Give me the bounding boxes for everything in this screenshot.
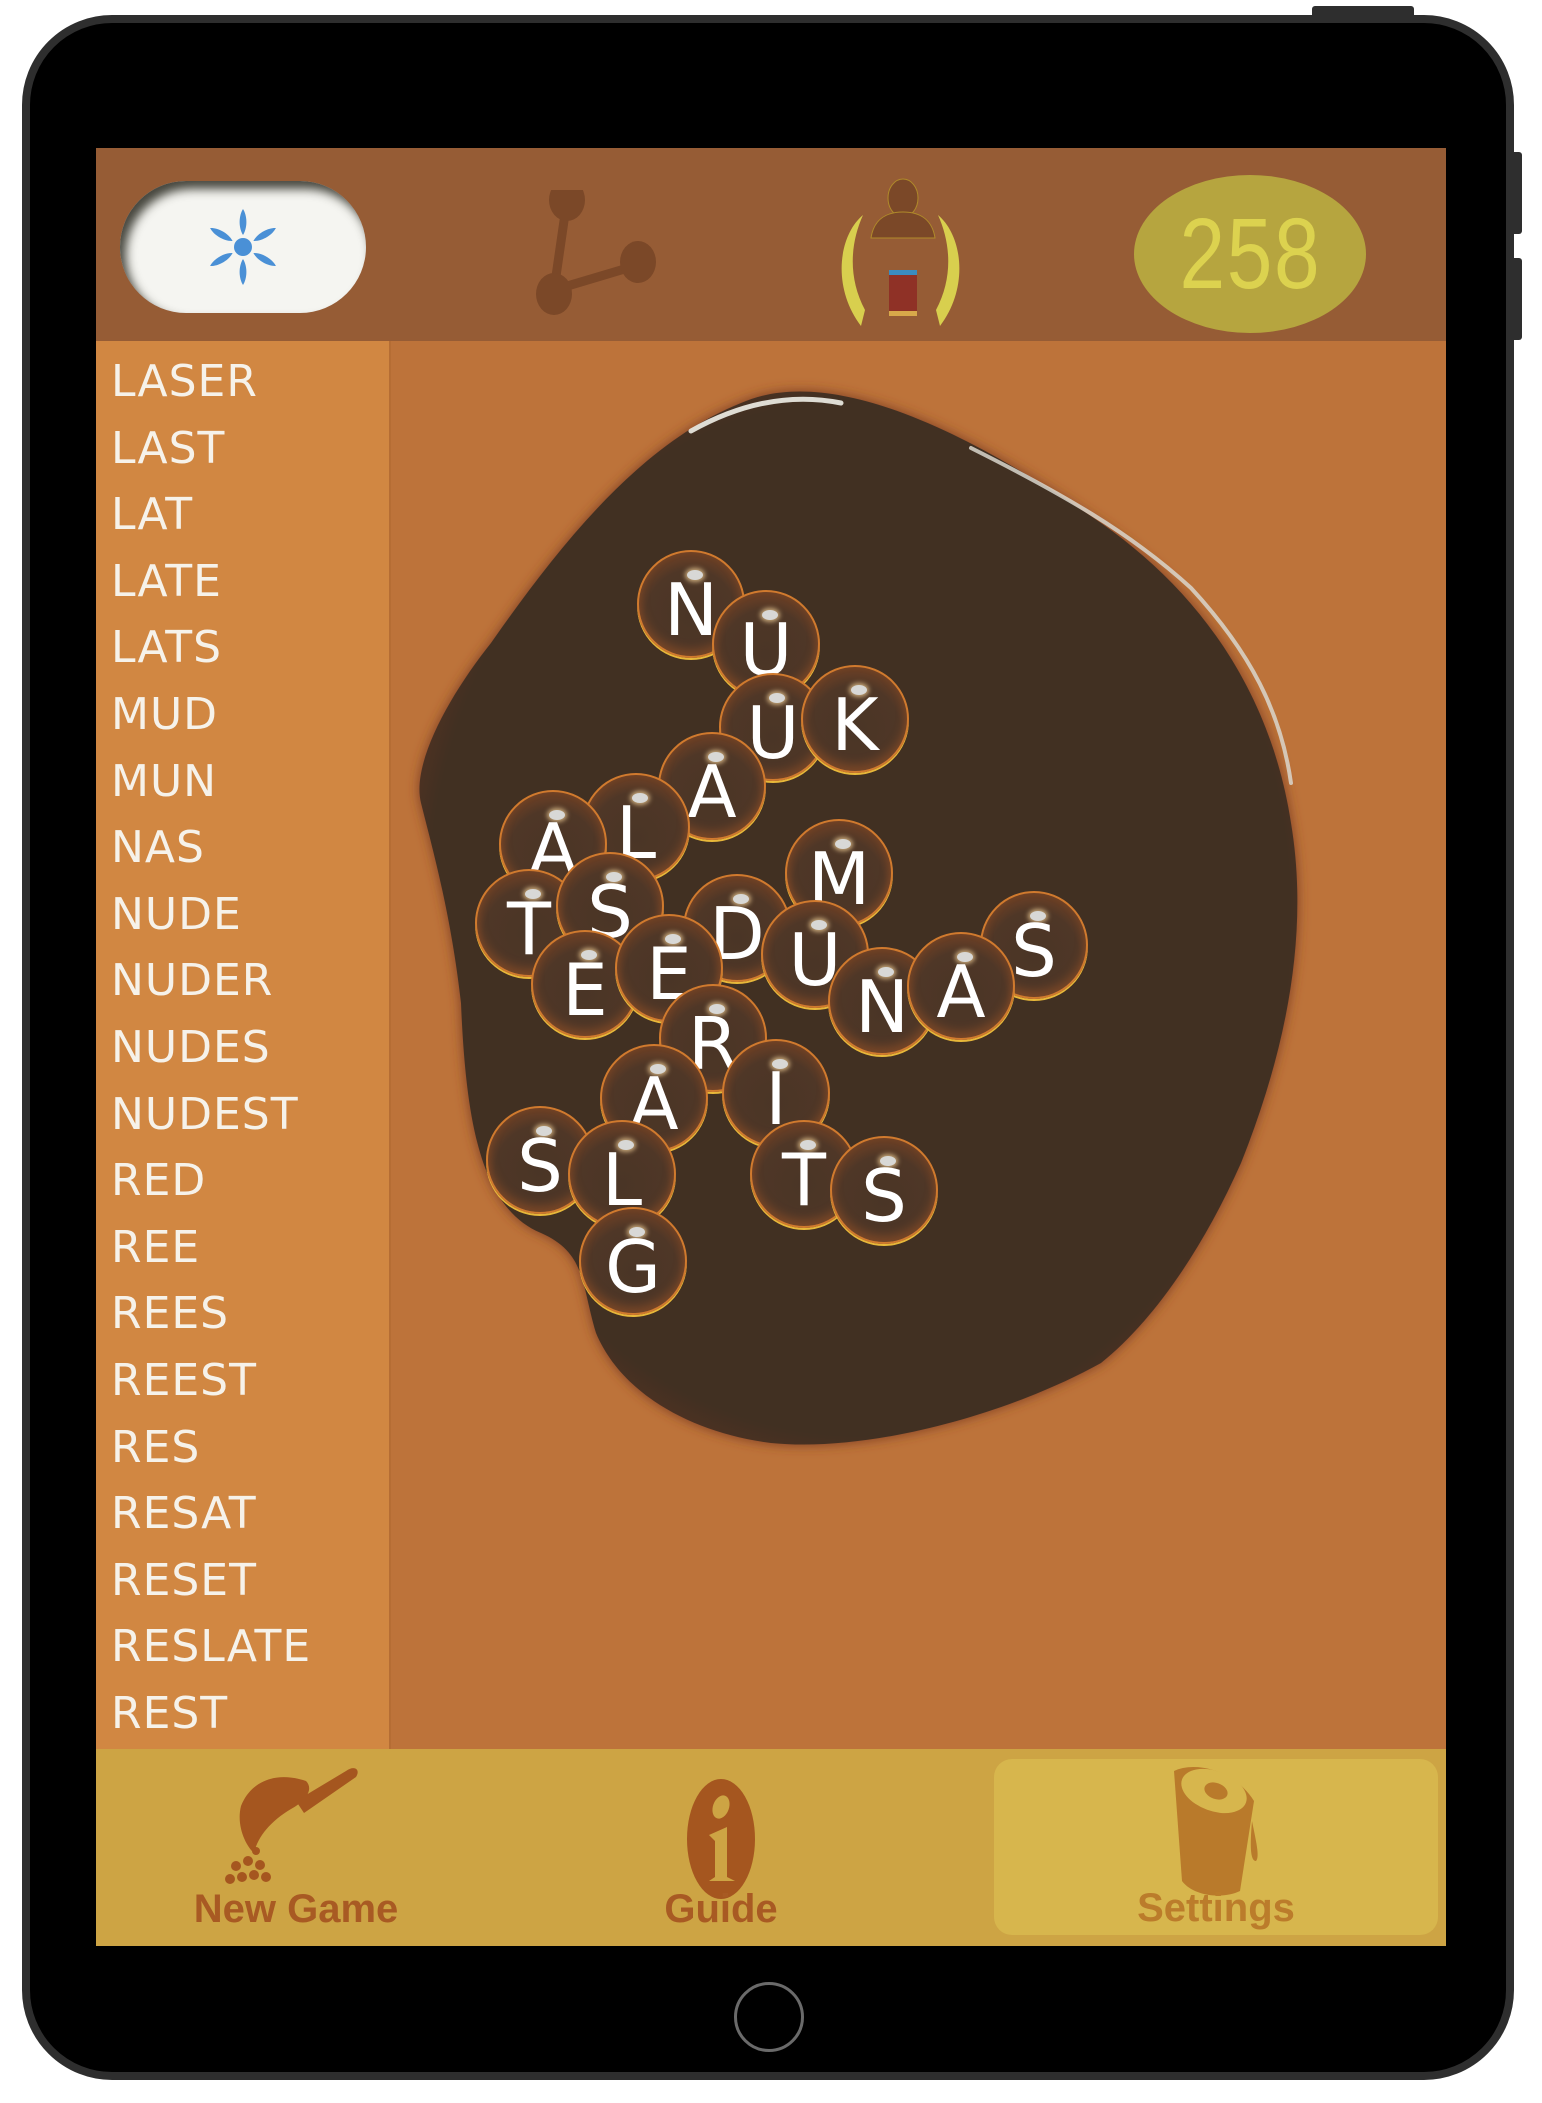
- found-word-item[interactable]: LATE: [96, 549, 389, 616]
- cup-icon: [1174, 1766, 1258, 1896]
- found-word-item[interactable]: REEST: [96, 1348, 389, 1415]
- tile-letter: N: [664, 568, 718, 652]
- tile-letter: T: [782, 1138, 826, 1222]
- profile-leaderboard-icon[interactable]: [836, 178, 971, 326]
- found-words-list[interactable]: LASER LAST LAT LATE LATS MUD MUN NAS NUDE NUDER NU…: [96, 341, 391, 1749]
- tile-letter: A: [687, 750, 737, 834]
- tile-letter: S: [861, 1154, 907, 1238]
- hint-button[interactable]: [120, 181, 366, 313]
- asterisk-flower-icon: [210, 209, 276, 285]
- found-word-item[interactable]: NAS: [96, 815, 389, 882]
- tile-letter: E: [562, 948, 608, 1032]
- found-word-item[interactable]: REES: [96, 1281, 389, 1348]
- found-word-item[interactable]: RED: [96, 1148, 389, 1215]
- found-word-item[interactable]: MUD: [96, 682, 389, 749]
- found-word-item[interactable]: LASER: [96, 349, 389, 416]
- score-value: 258: [1179, 197, 1321, 310]
- score-badge: 258: [1134, 175, 1366, 333]
- found-word-item[interactable]: RESLATE: [96, 1614, 389, 1681]
- settings-label: Settings: [1137, 1886, 1295, 1930]
- found-word-item[interactable]: MUN: [96, 749, 389, 816]
- share-nodes-icon[interactable]: [536, 190, 666, 320]
- letter-tile[interactable]: S: [830, 1136, 938, 1244]
- new-game-label: New Game: [193, 1887, 399, 1931]
- found-word-item[interactable]: REE: [96, 1215, 389, 1282]
- tile-letter: S: [1011, 909, 1057, 993]
- found-word-item[interactable]: LAST: [96, 416, 389, 483]
- letter-tile[interactable]: K: [801, 665, 909, 773]
- game-screen: 258 LASER LAST LAT LATE LATS MUD MUN NAS NUDE NUD…: [96, 148, 1446, 1946]
- home-button[interactable]: [734, 1982, 804, 2052]
- new-game-button[interactable]: New Game: [176, 1749, 416, 1946]
- letter-tile[interactable]: A: [907, 932, 1015, 1040]
- tile-letter: L: [601, 1138, 643, 1222]
- found-word-item[interactable]: NUDEST: [96, 1082, 389, 1149]
- volume-up-button: [1514, 152, 1522, 234]
- found-word-item[interactable]: NUDER: [96, 948, 389, 1015]
- top-bar: 258: [96, 148, 1446, 341]
- found-word-item[interactable]: RESAT: [96, 1481, 389, 1548]
- guide-label: Guide: [664, 1887, 778, 1931]
- found-word-item[interactable]: RES: [96, 1415, 389, 1482]
- power-button: [1312, 6, 1414, 18]
- tile-letter: A: [936, 950, 986, 1034]
- tile-letter: N: [855, 965, 909, 1049]
- volume-down-button: [1514, 258, 1522, 340]
- tile-letter: K: [831, 683, 879, 767]
- settings-button[interactable]: Settings: [994, 1759, 1438, 1935]
- found-word-item[interactable]: RESET: [96, 1548, 389, 1615]
- found-word-item[interactable]: NUDES: [96, 1015, 389, 1082]
- tile-letter: S: [517, 1124, 563, 1208]
- found-word-item[interactable]: REST: [96, 1681, 389, 1748]
- game-board: NUUKALAMTSDUSEENARAISLTSG: [391, 341, 1446, 1749]
- scoop-pour-icon: [225, 1768, 358, 1884]
- found-word-item[interactable]: NUDE: [96, 882, 389, 949]
- guide-button[interactable]: Guide: [621, 1749, 821, 1946]
- bottom-nav: New Game Guide Settings: [96, 1749, 1446, 1946]
- found-word-item[interactable]: LAT: [96, 482, 389, 549]
- letter-tile[interactable]: G: [579, 1207, 687, 1315]
- puddle-background: [419, 391, 1298, 1445]
- found-word-item[interactable]: LATS: [96, 615, 389, 682]
- tile-letter: G: [605, 1225, 661, 1309]
